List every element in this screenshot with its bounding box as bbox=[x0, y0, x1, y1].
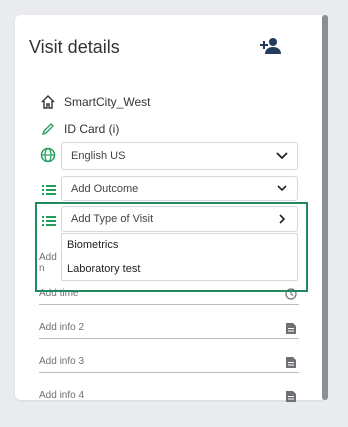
document-icon bbox=[285, 356, 297, 369]
info4-placeholder: Add info 4 bbox=[39, 390, 85, 401]
language-icon-wrap bbox=[39, 146, 57, 164]
outcome-placeholder: Add Outcome bbox=[71, 182, 139, 195]
info3-placeholder: Add info 3 bbox=[39, 356, 85, 367]
document-icon bbox=[285, 390, 297, 403]
person-add-icon[interactable] bbox=[259, 36, 283, 56]
language-select[interactable]: English US bbox=[61, 142, 298, 170]
outcome-select[interactable]: Add Outcome bbox=[61, 176, 298, 201]
chevron-down-icon bbox=[276, 150, 288, 162]
page-title: Visit details bbox=[29, 37, 120, 57]
globe-icon bbox=[39, 146, 57, 164]
list-icon bbox=[42, 183, 56, 195]
scrollbar[interactable] bbox=[322, 15, 328, 400]
language-value: English US bbox=[71, 150, 126, 162]
info4-field[interactable]: Add info 4 bbox=[39, 388, 299, 406]
info2-placeholder: Add info 2 bbox=[39, 322, 85, 333]
id-card-text: ID Card (i) bbox=[64, 122, 120, 136]
document-icon bbox=[285, 322, 297, 335]
type-of-visit-highlight bbox=[35, 202, 308, 292]
location-text: SmartCity_West bbox=[64, 95, 151, 109]
pencil-icon bbox=[39, 120, 57, 138]
home-icon bbox=[39, 93, 57, 111]
chevron-down-icon bbox=[276, 183, 288, 195]
info3-field[interactable]: Add info 3 bbox=[39, 354, 299, 373]
info2-field[interactable]: Add info 2 bbox=[39, 320, 299, 339]
id-card-row[interactable]: ID Card (i) bbox=[39, 120, 119, 138]
location-row: SmartCity_West bbox=[39, 93, 150, 111]
scrollbar-thumb[interactable] bbox=[322, 15, 328, 400]
